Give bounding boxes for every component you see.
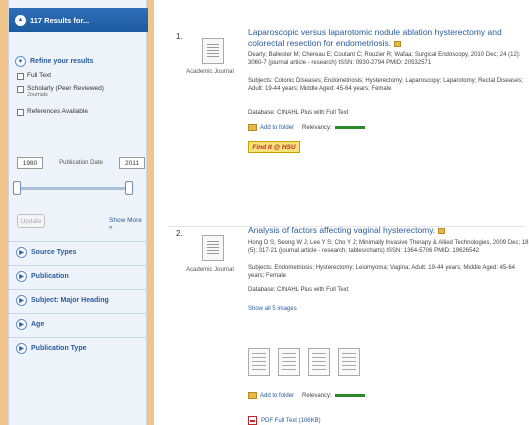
result-database: Database: CINAHL Plus with Full Text [248, 110, 349, 116]
source-type-label: Academic Journal [186, 69, 234, 75]
result-database: Database: CINAHL Plus with Full Text [248, 287, 349, 293]
collapse-icon: ▼ [15, 56, 26, 67]
source-type-label: Academic Journal [186, 267, 234, 273]
add-to-folder-link[interactable]: Add to folder [260, 125, 294, 131]
image-thumbnail[interactable] [248, 348, 270, 376]
relevancy-label: Relevancy: [302, 392, 332, 399]
facet-subject-major-heading[interactable]: ▶ Subject: Major Heading [9, 289, 148, 311]
date-slider-end-handle[interactable] [125, 181, 133, 195]
result-title-link[interactable]: Laparoscopic versus laparotomic nodule a… [248, 27, 529, 49]
image-thumbnail[interactable] [308, 348, 330, 376]
academic-journal-icon [202, 38, 224, 64]
references-filter[interactable]: References Available [17, 108, 88, 116]
facet-source-types[interactable]: ▶ Source Types [9, 241, 148, 263]
facet-publication-type[interactable]: ▶ Publication Type [9, 337, 148, 359]
add-to-folder-row: Add to folder Relevancy: [248, 124, 365, 131]
date-slider-start-handle[interactable] [13, 181, 21, 195]
refine-results-heading[interactable]: ▼ Refine your results [15, 56, 93, 67]
scholarly-checkbox[interactable] [17, 86, 24, 93]
add-to-folder-row: Add to folder Relevancy: [248, 392, 365, 399]
find-it-button[interactable]: Find It @ HSU [248, 141, 300, 153]
relevancy-bar [334, 394, 365, 397]
facet-age[interactable]: ▶ Age [9, 313, 148, 335]
result-subjects: Subjects: Endometriosis; Hysterectomy; L… [248, 265, 516, 279]
preview-icon[interactable] [438, 227, 446, 234]
preview-icon[interactable] [394, 40, 402, 47]
expand-icon: ▶ [16, 271, 27, 282]
folder-icon[interactable] [248, 392, 257, 399]
expand-icon: ▶ [16, 319, 27, 330]
facet-publication[interactable]: ▶ Publication [9, 265, 148, 287]
image-thumbnails [248, 348, 368, 376]
full-text-filter[interactable]: Full Text [17, 72, 51, 80]
scholarly-filter[interactable]: Scholarly (Peer Reviewed) Journals [17, 85, 104, 98]
result-citation: Hong D S; Seong W J; Lee Y S; Cho Y J; M… [248, 240, 529, 254]
relevancy-label: Relevancy: [302, 124, 332, 131]
folder-icon[interactable] [248, 124, 257, 131]
date-from-input[interactable]: 1980 [17, 157, 43, 169]
publication-date-label: Publication Date [59, 159, 103, 166]
results-count: 117 Results for... [30, 15, 90, 25]
result-title-link[interactable]: Analysis of factors affecting vaginal hy… [248, 225, 529, 236]
expand-icon: ▶ [16, 295, 27, 306]
date-to-input[interactable]: 2011 [118, 157, 145, 169]
publication-date-range: 1980 Publication Date 2011 [17, 157, 145, 169]
expand-icon: ▶ [16, 343, 27, 354]
results-header[interactable]: ▲ 117 Results for... [9, 8, 148, 32]
full-text-checkbox[interactable] [17, 73, 24, 80]
pdf-full-text-link[interactable]: PDF Full Text (106KB) [248, 416, 321, 425]
result-citation: Dearly; Ballester M; Chereau E; Coutant … [248, 52, 521, 66]
academic-journal-icon [202, 235, 224, 261]
add-to-folder-link[interactable]: Add to folder [260, 393, 294, 399]
show-more-link[interactable]: Show More » [109, 217, 146, 231]
pdf-icon [248, 416, 257, 425]
relevancy-bar [334, 126, 365, 129]
date-slider-track[interactable] [19, 187, 131, 190]
expand-icon: ▶ [16, 247, 27, 258]
result-number: 2. [176, 229, 183, 238]
show-images-link[interactable]: Show all 5 images [248, 306, 297, 312]
update-button[interactable]: Update [17, 214, 45, 228]
references-checkbox[interactable] [17, 109, 24, 116]
result-number: 1. [176, 32, 183, 41]
sidebar: ▲ 117 Results for... ▼ Refine your resul… [8, 0, 148, 425]
image-thumbnail[interactable] [278, 348, 300, 376]
collapse-icon: ▲ [15, 14, 26, 26]
result-subjects: Subjects: Colonic Diseases; Endometriosi… [248, 78, 524, 92]
image-thumbnail[interactable] [338, 348, 360, 376]
